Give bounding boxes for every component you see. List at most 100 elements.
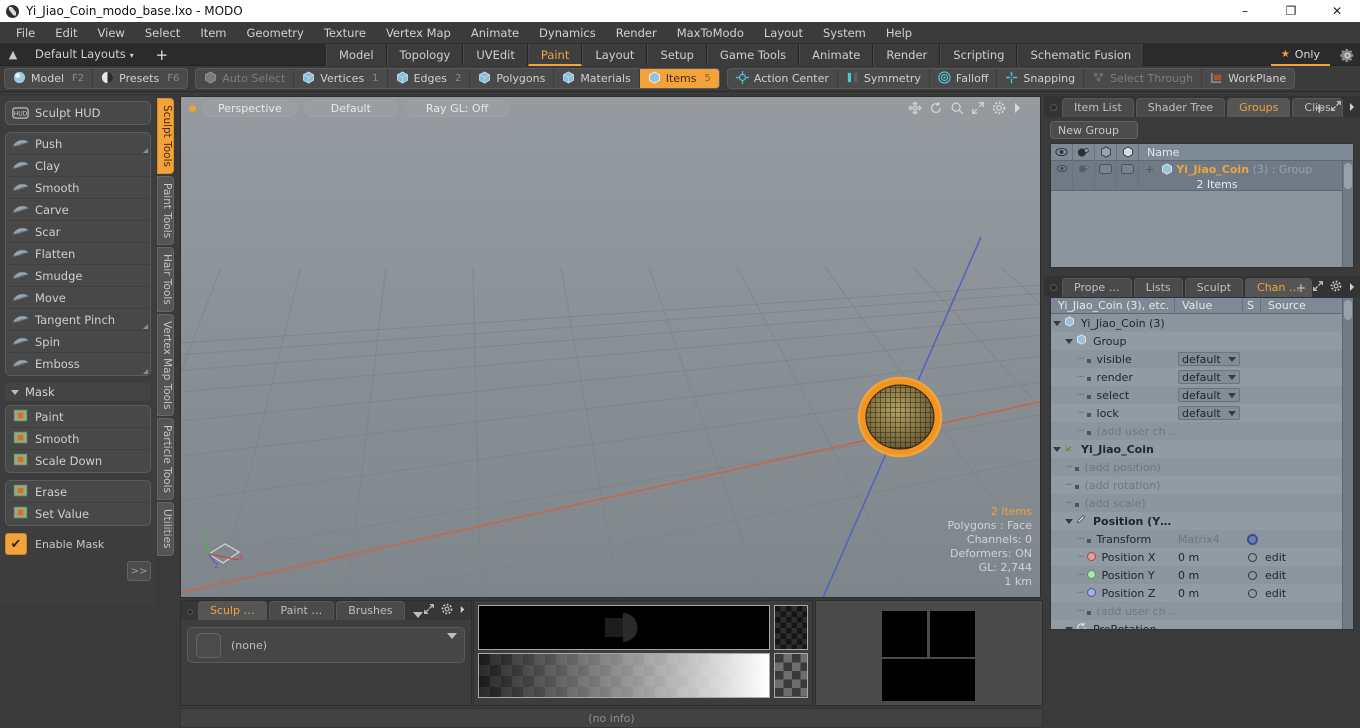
wire-column-icon[interactable] — [1117, 144, 1139, 161]
menu-dynamics[interactable]: Dynamics — [529, 22, 606, 44]
chevron-down-icon[interactable] — [1065, 518, 1073, 524]
sculpt-tool-scar[interactable]: Scar — [6, 221, 150, 243]
home-layout-icon[interactable]: ▲ — [0, 44, 26, 66]
tab-sculp[interactable]: Sculp … — [198, 601, 267, 620]
chevron-down-icon[interactable] — [412, 612, 423, 618]
maximize-button[interactable]: ❐ — [1268, 0, 1314, 22]
row-render-toggle[interactable] — [1073, 161, 1095, 191]
channel-row[interactable]: Yi_Jiao_Coin (3) — [1051, 314, 1353, 332]
menu-system[interactable]: System — [813, 22, 876, 44]
channel-key-toggle[interactable] — [1247, 588, 1257, 598]
mode-button-auto-select[interactable]: Auto Select — [196, 69, 295, 88]
arrow-right-icon[interactable] — [459, 604, 466, 617]
close-button[interactable]: ✕ — [1314, 0, 1360, 22]
channel-row[interactable]: ··· (add position) — [1051, 458, 1353, 476]
layout-tab-setup[interactable]: Setup — [647, 44, 707, 66]
3d-viewport[interactable]: Perspective Default Ray GL: Off 2 Items … — [180, 96, 1041, 598]
scrollbar-knob[interactable] — [1344, 300, 1352, 320]
sculpt-tool-tangent-pinch[interactable]: Tangent Pinch — [6, 309, 150, 331]
channel-row[interactable]: PreRotation — [1051, 620, 1353, 629]
channel-row[interactable]: Group — [1051, 332, 1353, 350]
mode-button-materials[interactable]: Materials — [554, 69, 640, 88]
viewport-raygl-dropdown[interactable]: Ray GL: Off — [404, 99, 510, 117]
menu-animate[interactable]: Animate — [461, 22, 529, 44]
mask-section-header[interactable]: Mask — [5, 383, 151, 401]
tab-shader-tree[interactable]: Shader Tree — [1135, 98, 1226, 117]
channel-row[interactable]: ··· Position X 0 m edit — [1051, 548, 1353, 566]
tab-item-list[interactable]: Item List — [1062, 98, 1134, 117]
mode-button-symmetry[interactable]: Symmetry — [838, 69, 930, 88]
sculpt-tool-spin[interactable]: Spin — [6, 331, 150, 353]
channel-value-dropdown[interactable]: default — [1178, 370, 1240, 384]
channel-state-cell[interactable] — [1243, 588, 1261, 598]
menu-geometry[interactable]: Geometry — [237, 22, 314, 44]
add-channel-tab-button[interactable]: + — [1296, 281, 1306, 295]
layout-tab-scripting[interactable]: Scripting — [940, 44, 1018, 66]
channel-row[interactable]: ··· Position Y 0 m edit — [1051, 566, 1353, 584]
channel-value-cell[interactable]: 0 m — [1175, 569, 1243, 582]
arrow-right-icon[interactable] — [1013, 102, 1022, 114]
channel-row[interactable]: Position (Y… — [1051, 512, 1353, 530]
viewport-menu-dot-icon[interactable] — [189, 104, 196, 112]
tool-options-corner-icon[interactable] — [143, 324, 148, 329]
new-group-button[interactable]: New Group — [1050, 121, 1138, 139]
sculpt-tool-push[interactable]: Push — [6, 133, 150, 155]
layout-tab-model[interactable]: Model — [326, 44, 387, 66]
sculpt-tool-carve[interactable]: Carve — [6, 199, 150, 221]
mode-button-falloff[interactable]: Falloff — [930, 69, 998, 88]
rotate-icon[interactable] — [929, 101, 943, 115]
tab-brushes[interactable]: Brushes — [336, 601, 405, 620]
tab-prope[interactable]: Prope … — [1062, 278, 1132, 297]
tab-lists[interactable]: Lists — [1133, 278, 1183, 297]
arrow-right-icon[interactable] — [1348, 281, 1356, 295]
channel-row[interactable]: ··· (add scale) — [1051, 494, 1353, 512]
layout-tab-animate[interactable]: Animate — [799, 44, 874, 66]
gradient-alpha-preview[interactable] — [774, 653, 808, 698]
chevron-down-icon[interactable] — [1053, 320, 1061, 326]
menu-view[interactable]: View — [88, 22, 135, 44]
mask-tool-scale-down[interactable]: Scale Down — [6, 450, 150, 472]
channel-row[interactable]: ··· Transform Matrix4 — [1051, 530, 1353, 548]
mask-tool-erase[interactable]: Erase — [6, 481, 150, 503]
mask-tool-set-value[interactable]: Set Value — [6, 503, 150, 525]
expand-toggle[interactable]: + — [1145, 163, 1154, 176]
channel-row[interactable]: Yi_Jiao_Coin — [1051, 440, 1353, 458]
channel-value-cell[interactable]: 0 m — [1175, 587, 1243, 600]
tab-paint[interactable]: Paint … — [268, 601, 335, 620]
groups-tree[interactable]: Name + Yi_Jiao_Coin (3): Group 2 Items — [1050, 143, 1354, 268]
gear-icon[interactable] — [1330, 280, 1342, 295]
viewport-projection-dropdown[interactable]: Perspective — [203, 99, 297, 117]
enable-mask-checkbox[interactable]: ✔ — [5, 533, 27, 555]
expand-icon[interactable] — [1330, 100, 1342, 115]
brush-alpha-preview[interactable] — [774, 605, 808, 650]
menu-vertex-map[interactable]: Vertex Map — [376, 22, 461, 44]
chevron-down-icon[interactable] — [447, 633, 457, 639]
sculpt-tool-clay[interactable]: Clay — [6, 155, 150, 177]
sculpt-tool-smudge[interactable]: Smudge — [6, 265, 150, 287]
layout-tab-uvedit[interactable]: UVEdit — [463, 44, 528, 66]
menu-edit[interactable]: Edit — [45, 22, 87, 44]
tool-options-corner-icon[interactable] — [143, 148, 148, 153]
mode-button-select-through[interactable]: Select Through — [1084, 69, 1203, 88]
channel-row[interactable]: ··· lock default — [1051, 404, 1353, 422]
panel-menu-dot-icon[interactable] — [1050, 104, 1057, 111]
vtab-sculpt-tools[interactable]: Sculpt Tools — [157, 98, 174, 174]
sculpt-hud-button[interactable]: HUD Sculpt HUD — [6, 102, 150, 124]
menu-file[interactable]: File — [6, 22, 45, 44]
channel-value-cell[interactable]: 0 m — [1175, 551, 1243, 564]
menu-help[interactable]: Help — [876, 22, 922, 44]
menu-maxtomodo[interactable]: MaxToModo — [667, 22, 754, 44]
chevron-down-icon[interactable] — [1053, 446, 1061, 452]
vtab-paint-tools[interactable]: Paint Tools — [157, 176, 174, 246]
groups-tree-row[interactable]: + Yi_Jiao_Coin (3) : Group 2 Items — [1051, 161, 1353, 191]
zoom-icon[interactable] — [950, 101, 964, 115]
layout-tab-paint[interactable]: Paint — [527, 44, 583, 66]
vtab-hair-tools[interactable]: Hair Tools — [157, 247, 174, 312]
mode-button-model[interactable]: Model F2 — [5, 69, 94, 88]
eye-column-icon[interactable] — [1051, 144, 1073, 161]
sculpt-tool-move[interactable]: Move — [6, 287, 150, 309]
channel-row[interactable]: ··· (add user ch … — [1051, 602, 1353, 620]
groups-scrollbar[interactable] — [1342, 161, 1353, 267]
channels-menu-dot-icon[interactable] — [1050, 284, 1057, 291]
channel-row[interactable]: ··· (add rotation) — [1051, 476, 1353, 494]
